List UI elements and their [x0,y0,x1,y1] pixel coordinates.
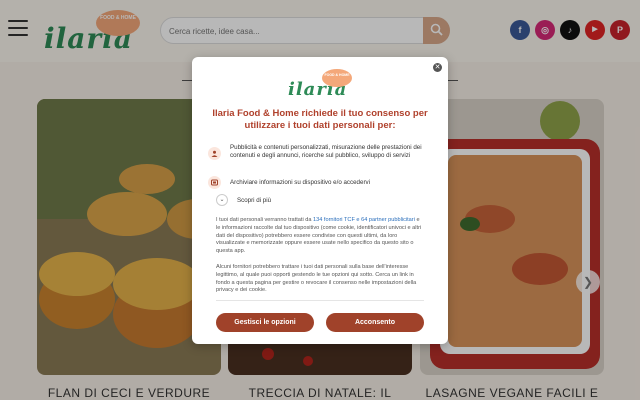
consent-dialog: ✕ ilaria FOOD & HOME Ilaria Food & Home … [192,57,448,344]
chevron-down-icon: ⌄ [216,194,228,206]
dialog-title: Ilaria Food & Home richiede il tuo conse… [212,108,428,131]
close-icon[interactable]: ✕ [433,63,442,72]
dialog-logo-badge: FOOD & HOME [322,69,352,87]
dialog-separator [216,300,424,301]
info-text: I tuoi dati personali verranno trattati … [216,217,314,223]
accept-button[interactable]: Acconsento [326,313,424,332]
vendors-link[interactable]: 134 fornitori TCF e 64 partner pubblicit… [313,217,415,223]
privacy-info-paragraph: I tuoi dati personali verranno trattati … [216,217,422,256]
learn-more-label: Scopri di più [237,197,272,204]
legitimate-interest-paragraph: Alcuni fornitori potrebbero trattare i t… [216,264,417,294]
device-storage-icon [208,176,221,189]
dialog-logo: ilaria FOOD & HOME [288,69,352,101]
purpose-text: Pubblicità e contenuti personalizzati, m… [230,144,422,159]
user-profile-icon [208,147,221,160]
manage-options-button[interactable]: Gestisci le opzioni [216,313,314,332]
purpose-text: Archiviare informazioni su dispositivo e… [230,179,370,186]
